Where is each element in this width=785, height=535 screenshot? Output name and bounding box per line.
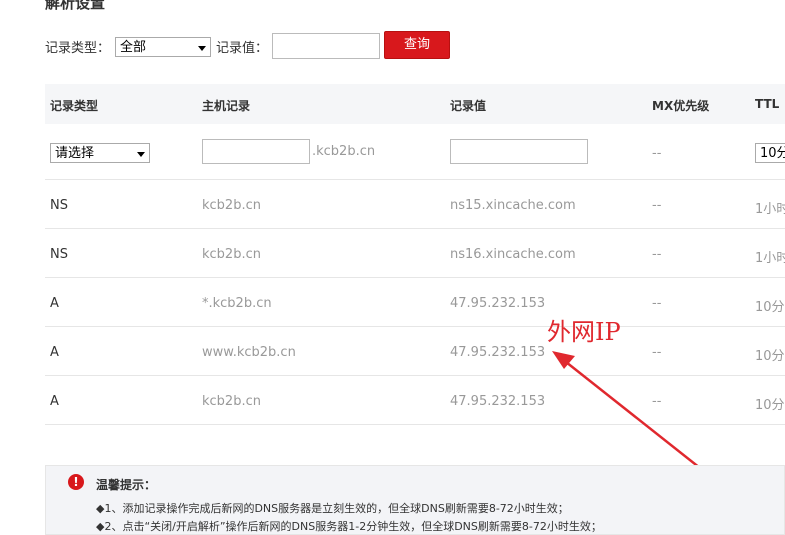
section-title: 解析设置: [45, 0, 106, 12]
record-ttl: 10分: [755, 349, 785, 364]
annotation-label: 外网IP: [547, 318, 621, 346]
new-record-ttl-value: 10分: [760, 146, 785, 161]
row-divider: [45, 424, 785, 425]
column-header-host: 主机记录: [202, 99, 251, 113]
row-divider: [45, 375, 785, 376]
new-record-host-input[interactable]: [202, 139, 310, 164]
new-record-type-value: 请选择: [55, 146, 95, 161]
record-type-filter-value: 全部: [120, 40, 147, 55]
chevron-down-icon: [198, 46, 206, 51]
record-mx: --: [652, 198, 662, 213]
record-host: *.kcb2b.cn: [202, 296, 272, 311]
record-ttl: 1小时: [755, 202, 785, 217]
record-host: kcb2b.cn: [202, 198, 261, 213]
record-type-filter-label: 记录类型：: [45, 41, 111, 56]
tip-line: ◆2、点击“关闭/开启解析”操作后新网的DNS服务器1-2分钟生效，但全球DNS…: [96, 520, 602, 533]
record-value: 47.95.232.153: [450, 345, 546, 360]
tip-line: ◆1、添加记录操作完成后新网的DNS服务器是立刻生效的，但全球DNS刷新需要8-…: [96, 502, 569, 515]
warning-icon: !: [68, 474, 84, 490]
record-value: 47.95.232.153: [450, 394, 546, 409]
record-type: NS: [50, 198, 68, 213]
record-mx: --: [652, 296, 662, 311]
record-ttl: 1小时: [755, 251, 785, 266]
column-header-mx-priority: MX优先级: [652, 99, 710, 113]
host-domain-suffix: .kcb2b.cn: [312, 144, 376, 159]
row-divider: [45, 277, 785, 278]
chevron-down-icon: [137, 152, 145, 157]
column-header-record-type: 记录类型: [50, 99, 99, 113]
record-host: www.kcb2b.cn: [202, 345, 296, 360]
annotation-arrow: [552, 351, 725, 488]
query-button[interactable]: 查询: [384, 31, 450, 59]
row-divider: [45, 228, 785, 229]
record-type: NS: [50, 247, 68, 262]
record-ttl: 10分: [755, 398, 785, 413]
record-mx: --: [652, 394, 662, 409]
record-type: A: [50, 296, 59, 311]
record-host: kcb2b.cn: [202, 247, 261, 262]
column-header-ttl: TTL: [755, 97, 780, 111]
new-record-ttl-select[interactable]: 10分: [755, 143, 785, 163]
column-header-record-value: 记录值: [450, 99, 487, 113]
record-type: A: [50, 345, 59, 360]
new-record-value-input[interactable]: [450, 139, 588, 164]
record-value: 47.95.232.153: [450, 296, 546, 311]
record-mx: --: [652, 345, 662, 360]
record-value-filter-input[interactable]: [272, 33, 380, 59]
row-divider: [45, 326, 785, 327]
record-ttl: 10分: [755, 300, 785, 315]
new-record-mx: --: [652, 146, 662, 161]
record-host: kcb2b.cn: [202, 394, 261, 409]
record-value: ns16.xincache.com: [450, 247, 576, 262]
new-record-type-select[interactable]: 请选择: [50, 143, 150, 163]
tips-title: 温馨提示：: [96, 478, 157, 492]
record-value: ns15.xincache.com: [450, 198, 576, 213]
record-type: A: [50, 394, 59, 409]
record-value-filter-label: 记录值：: [216, 41, 269, 56]
record-type-filter-select[interactable]: 全部: [115, 37, 211, 57]
record-mx: --: [652, 247, 662, 262]
row-divider: [45, 179, 785, 180]
